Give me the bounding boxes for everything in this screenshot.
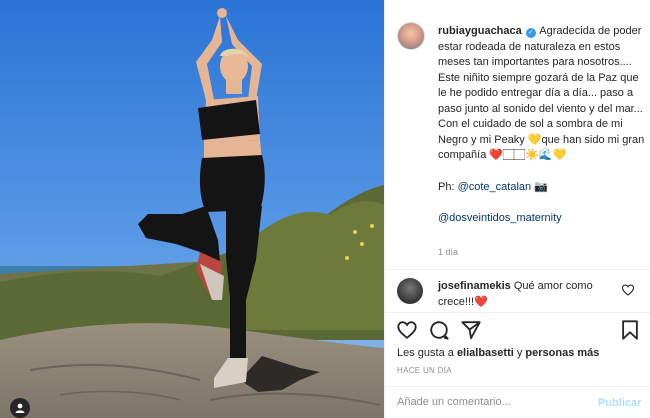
person-icon: [15, 403, 25, 413]
commenter-avatar[interactable]: [397, 278, 423, 304]
caption-line-3: Con el cuidado de sol a sombra de mi Neg…: [438, 118, 645, 161]
photo-credit-prefix: Ph:: [438, 180, 458, 193]
caption-text: rubiayguachaca ✓ Agradecida de poder est…: [438, 24, 646, 227]
comment-bubble-icon[interactable]: [428, 319, 450, 341]
share-paper-plane-icon[interactable]: [460, 319, 482, 341]
comment-text-block: josefinamekis Qué amor como crece!!!❤️: [438, 279, 618, 310]
post-photo[interactable]: [0, 0, 384, 418]
likes-others-link[interactable]: personas más: [525, 347, 599, 359]
posted-timestamp[interactable]: HACE UN DÍA: [397, 366, 452, 375]
add-comment-bar: Publicar: [385, 386, 650, 418]
author-avatar[interactable]: [397, 22, 425, 50]
likes-prefix: Les gusta a: [397, 347, 457, 359]
photo-credit-link[interactable]: @cote_catalan: [458, 181, 532, 193]
likes-summary: Les gusta a elialbasetti y personas más: [397, 347, 599, 359]
caption-time: 1 día: [438, 247, 459, 257]
caption-line-2: Este niñito siempre gozará de la Paz que…: [438, 71, 643, 115]
tagged-users-icon[interactable]: [10, 398, 30, 418]
camera-emoji: 📷: [531, 180, 548, 193]
verified-badge-icon: ✓: [525, 28, 536, 38]
action-bar: [385, 312, 650, 346]
like-heart-icon[interactable]: [396, 319, 418, 341]
author-username[interactable]: rubiayguachaca: [438, 25, 522, 37]
comment-row: josefinamekis Qué amor como crece!!!❤️: [385, 270, 650, 314]
save-bookmark-icon[interactable]: [619, 319, 641, 341]
likes-middle: y: [513, 347, 526, 359]
brand-mention-link[interactable]: @dosveintidos_maternity: [438, 211, 646, 227]
comment-like-heart-icon[interactable]: [621, 283, 635, 297]
add-comment-input[interactable]: [397, 396, 587, 408]
publish-button[interactable]: Publicar: [598, 397, 641, 409]
commenter-username[interactable]: josefinamekis: [438, 280, 511, 292]
yoga-photo-illustration: [0, 0, 384, 418]
liker-username[interactable]: elialbasetti: [457, 347, 514, 359]
post-sidebar: rubiayguachaca ✓ Agradecida de poder est…: [384, 0, 650, 418]
caption-section: rubiayguachaca ✓ Agradecida de poder est…: [385, 0, 650, 270]
